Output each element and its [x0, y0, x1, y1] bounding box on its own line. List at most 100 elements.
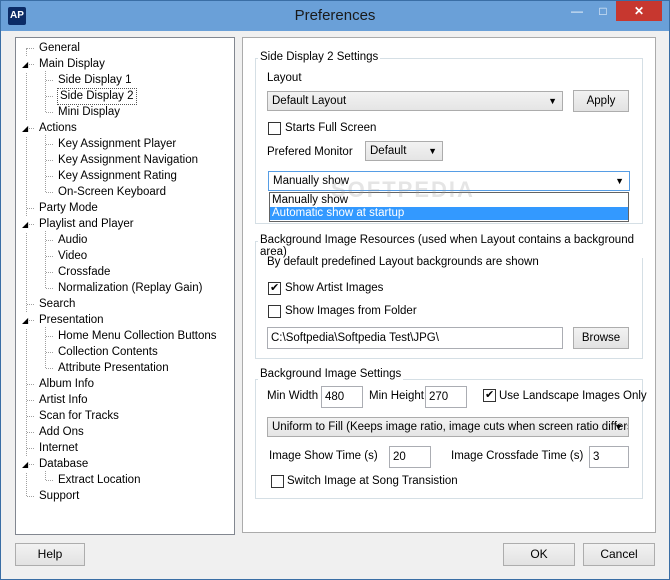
tree-item[interactable]: Key Assignment Rating — [58, 169, 177, 184]
starts-full-screen-label: Starts Full Screen — [285, 122, 377, 134]
tree-item[interactable]: Artist Info — [39, 393, 88, 408]
tree-item[interactable]: Actions — [39, 121, 77, 136]
chevron-down-icon: ▼ — [615, 176, 624, 186]
ok-button[interactable]: OK — [503, 543, 575, 566]
fill-mode-select[interactable]: Uniform to Fill (Keeps image ratio, imag… — [267, 417, 629, 437]
switch-on-song-label: Switch Image at Song Transistion — [287, 475, 458, 487]
layout-label: Layout — [267, 72, 302, 84]
min-width-input[interactable]: 480 — [321, 386, 363, 408]
expand-arrow-icon[interactable]: ◢ — [22, 457, 29, 472]
watermark: SOFTPEDIA — [331, 177, 475, 202]
tree-connector-line — [27, 384, 34, 385]
expand-arrow-icon[interactable]: ◢ — [22, 313, 29, 328]
tree-item[interactable]: Mini Display — [58, 105, 120, 120]
tree-item[interactable]: Attribute Presentation — [58, 361, 169, 376]
show-artist-images-label: Show Artist Images — [285, 282, 384, 294]
show-mode-option[interactable]: Automatic show at startup — [270, 207, 628, 220]
tree-item[interactable]: Party Mode — [39, 201, 98, 216]
tree-item[interactable]: Playlist and Player — [39, 217, 134, 232]
expand-arrow-icon[interactable]: ◢ — [22, 57, 29, 72]
tree-connector-line — [46, 240, 53, 241]
tree-connector-line — [27, 416, 34, 417]
tree-item[interactable]: Side Display 1 — [58, 73, 132, 88]
tree-item[interactable]: Home Menu Collection Buttons — [58, 329, 217, 344]
tree-connector-line — [27, 304, 34, 305]
folder-path-input[interactable]: C:\Softpedia\Softpedia Test\JPG\ — [267, 327, 563, 349]
tree-item[interactable]: Album Info — [39, 377, 94, 392]
show-images-from-folder-checkbox[interactable] — [268, 305, 281, 318]
tree-connector-line — [45, 327, 46, 368]
use-landscape-checkbox[interactable] — [483, 388, 496, 402]
tree-connector-line — [27, 432, 34, 433]
use-landscape-label: Use Landscape Images Only — [499, 390, 647, 402]
tree-item[interactable]: Support — [39, 489, 79, 504]
settings-panel: Side Display 2 Settings Layout Default L… — [242, 37, 656, 533]
tree-item[interactable]: Key Assignment Player — [58, 137, 176, 152]
min-height-input[interactable]: 270 — [425, 386, 467, 408]
help-button[interactable]: Help — [15, 543, 85, 566]
expand-arrow-icon[interactable]: ◢ — [22, 121, 29, 136]
tree-item[interactable]: Normalization (Replay Gain) — [58, 281, 202, 296]
tree-connector-line — [46, 96, 53, 97]
crossfade-time-input[interactable]: 3 — [589, 446, 629, 468]
starts-full-screen-checkbox[interactable] — [268, 122, 281, 135]
tree-connector-line — [46, 192, 53, 193]
tree-item[interactable]: Scan for Tracks — [39, 409, 119, 424]
tree-item[interactable]: Crossfade — [58, 265, 110, 280]
switch-on-song-checkbox[interactable] — [271, 475, 284, 488]
tree-connector-line — [27, 448, 34, 449]
chevron-down-icon: ▼ — [548, 96, 557, 106]
tree-item[interactable]: Search — [39, 297, 75, 312]
tree-connector-line — [27, 400, 34, 401]
tree-item[interactable]: General — [39, 41, 80, 56]
tree-item[interactable]: Audio — [58, 233, 87, 248]
tree-item[interactable]: Key Assignment Navigation — [58, 153, 198, 168]
tree-connector-line — [27, 48, 34, 49]
tree-connector-line — [45, 71, 46, 112]
minimize-button[interactable]: — — [564, 1, 590, 21]
chevron-down-icon: ▼ — [614, 422, 623, 432]
min-height-label: Min Height — [369, 390, 424, 402]
tree-item[interactable]: Internet — [39, 441, 78, 456]
tree-item[interactable]: Database — [39, 457, 88, 472]
chevron-down-icon: ▼ — [428, 146, 437, 156]
tree-connector-line — [46, 144, 53, 145]
tree-item[interactable]: Collection Contents — [58, 345, 158, 360]
tree-item[interactable]: Side Display 2 — [57, 88, 137, 105]
cancel-button[interactable]: Cancel — [583, 543, 655, 566]
tree-connector-line — [46, 160, 53, 161]
tree-item[interactable]: Add Ons — [39, 425, 84, 440]
tree-item[interactable]: Extract Location — [58, 473, 140, 488]
maximize-button[interactable]: □ — [590, 1, 616, 21]
prefered-monitor-select[interactable]: Default ▼ — [365, 141, 443, 161]
close-button[interactable]: ✕ — [616, 1, 662, 21]
tree-item[interactable]: Presentation — [39, 313, 104, 328]
tree-connector-line — [46, 336, 53, 337]
tree-connector-line — [27, 496, 34, 497]
layout-select-value: Default Layout — [272, 95, 347, 107]
preferences-window: AP Preferences — □ ✕ General ◢ Main Displa… — [0, 0, 670, 580]
tree-connector-line — [46, 272, 53, 273]
title-bar[interactable]: AP Preferences — □ ✕ — [1, 1, 669, 31]
tree-item[interactable]: Video — [58, 249, 87, 264]
show-artist-images-checkbox[interactable] — [268, 281, 281, 295]
tree-connector-line — [46, 176, 53, 177]
expand-arrow-icon[interactable]: ◢ — [22, 217, 29, 232]
tree-item[interactable]: On-Screen Keyboard — [58, 185, 166, 200]
category-tree[interactable]: General ◢ Main Display Side Display 1 Side D… — [15, 37, 235, 535]
apply-button[interactable]: Apply — [573, 90, 629, 112]
layout-select[interactable]: Default Layout ▼ — [267, 91, 563, 111]
fill-mode-value: Uniform to Fill (Keeps image ratio, imag… — [272, 421, 629, 433]
min-width-label: Min Width — [267, 390, 319, 402]
show-images-from-folder-label: Show Images from Folder — [285, 305, 417, 317]
tree-item[interactable]: Main Display — [39, 57, 105, 72]
background-settings-title: Background Image Settings — [258, 368, 404, 380]
background-info-text: By default predefined Layout backgrounds… — [267, 256, 539, 268]
show-time-input[interactable]: 20 — [389, 446, 431, 468]
tree-connector-line — [46, 352, 53, 353]
browse-button[interactable]: Browse — [573, 327, 629, 349]
tree-connector-line — [46, 288, 53, 289]
tree-connector-line — [46, 80, 53, 81]
tree-connector-line — [46, 256, 53, 257]
tree-connector-line — [46, 368, 53, 369]
